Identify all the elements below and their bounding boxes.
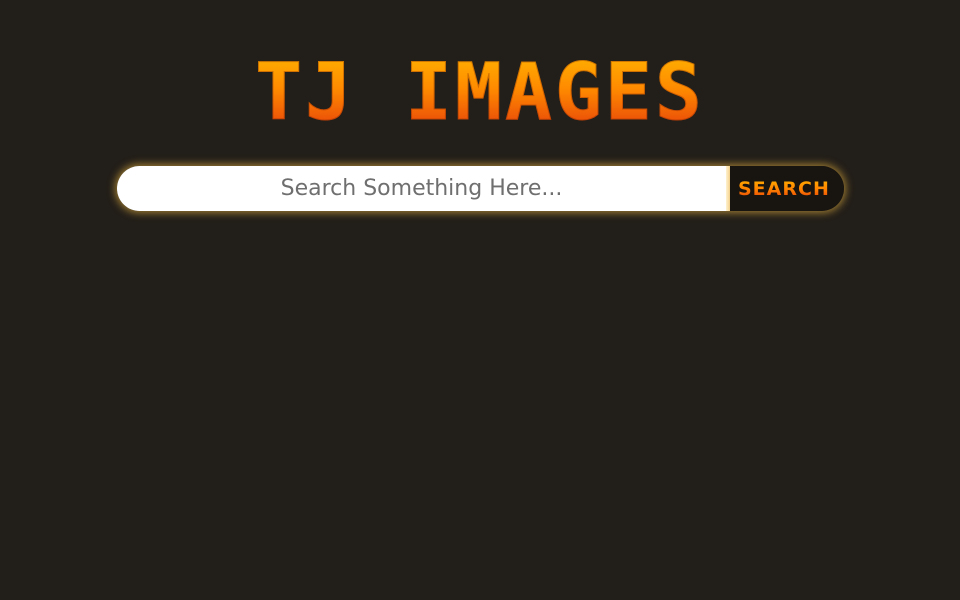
search-button-label: SEARCH — [738, 177, 830, 200]
search-bar: SEARCH — [117, 166, 844, 211]
search-input[interactable] — [117, 166, 726, 211]
search-button[interactable]: SEARCH — [730, 166, 844, 211]
site-logo: TJ IMAGES — [0, 52, 960, 135]
page: TJ IMAGES SEARCH — [0, 0, 960, 600]
